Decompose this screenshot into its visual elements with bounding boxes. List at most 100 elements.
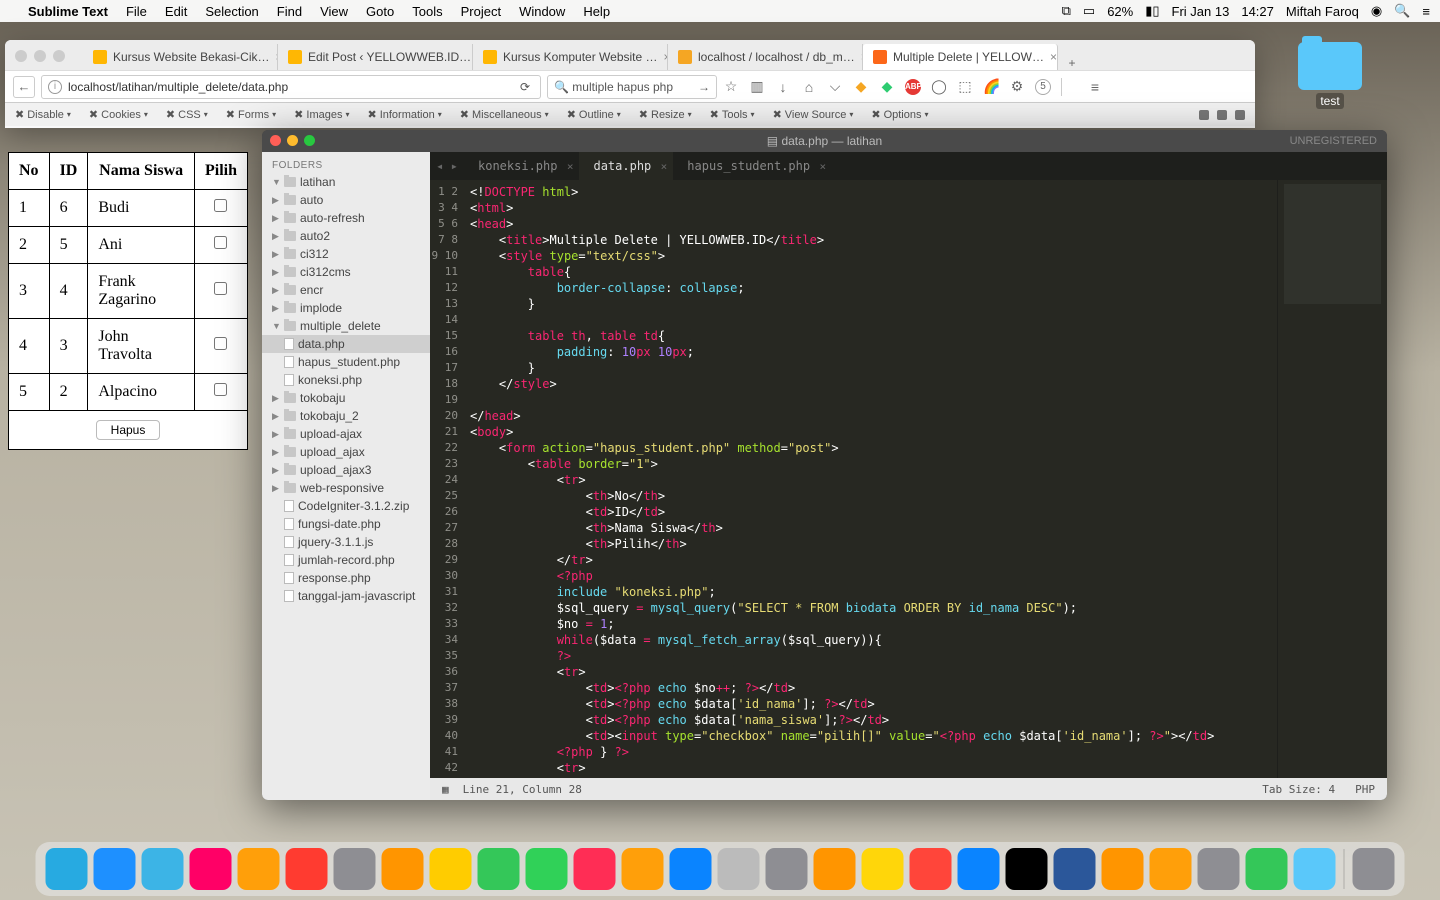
menu-tools[interactable]: Tools — [412, 4, 442, 19]
ext1-icon[interactable]: ◆ — [853, 78, 869, 95]
adblock-icon[interactable]: ABP — [905, 79, 921, 95]
select-checkbox[interactable] — [214, 337, 227, 350]
dock-app-numbers[interactable] — [1246, 848, 1288, 890]
dock-app-messages[interactable] — [478, 848, 520, 890]
back-button[interactable]: ← — [13, 76, 35, 98]
tab-size[interactable]: Tab Size: 4 — [1262, 783, 1335, 796]
minimize-window[interactable] — [34, 50, 46, 62]
status-grid-icon[interactable]: ▦ — [442, 783, 449, 796]
dock-app-finder[interactable] — [46, 848, 88, 890]
dock-app-contacts[interactable] — [334, 848, 376, 890]
folder-auto[interactable]: ▶auto — [262, 191, 430, 209]
dock-app-calendar[interactable] — [286, 848, 328, 890]
dock-app-sysprefs[interactable] — [766, 848, 808, 890]
search-go-icon[interactable]: → — [698, 80, 710, 94]
file-jumlah-record.php[interactable]: jumlah-record.php — [262, 551, 430, 569]
reader-icon[interactable]: ▥ — [749, 78, 765, 95]
ext5-icon[interactable]: 🌈 — [983, 78, 999, 95]
hapus-button[interactable]: Hapus — [96, 420, 161, 440]
browser-tab[interactable]: Kursus Komputer Website …× — [473, 44, 668, 70]
dock-app-pages[interactable] — [1150, 848, 1192, 890]
zoom-window[interactable] — [304, 135, 315, 146]
file-response.php[interactable]: response.php — [262, 569, 430, 587]
dock-app-appstore[interactable] — [670, 848, 712, 890]
file-tanggal-jam-javascript[interactable]: tanggal-jam-javascript — [262, 587, 430, 605]
devbar-css[interactable]: ✖CSS▾ — [166, 108, 208, 121]
dock-app-chrome[interactable] — [862, 848, 904, 890]
devbar-cookies[interactable]: ✖Cookies▾ — [89, 108, 148, 121]
dock-app-preview[interactable] — [1294, 848, 1336, 890]
close-tab-icon[interactable]: × — [1050, 50, 1057, 64]
dock-app-word[interactable] — [1054, 848, 1096, 890]
menu-project[interactable]: Project — [461, 4, 501, 19]
dock-app-itunes[interactable] — [574, 848, 616, 890]
hamburger-icon[interactable]: ≡ — [1087, 79, 1103, 95]
dock-app-photos[interactable] — [238, 848, 280, 890]
tab-nav-arrows[interactable]: ◂ ▸ — [430, 152, 464, 180]
devbar-forms[interactable]: ✖Forms▾ — [226, 108, 276, 121]
wifi-icon[interactable]: ⧉ — [1062, 3, 1071, 19]
devbar-images[interactable]: ✖Images▾ — [294, 108, 349, 121]
dock-app-mail[interactable] — [142, 848, 184, 890]
devbar-opt3[interactable] — [1235, 110, 1245, 120]
editor-tab[interactable]: data.php× — [579, 152, 673, 180]
folder-implode[interactable]: ▶implode — [262, 299, 430, 317]
app-name[interactable]: Sublime Text — [28, 4, 108, 19]
dock-app-maps[interactable] — [190, 848, 232, 890]
browser-tab[interactable]: Edit Post ‹ YELLOWWEB.ID…× — [278, 44, 473, 70]
menu-window[interactable]: Window — [519, 4, 565, 19]
menu-find[interactable]: Find — [277, 4, 302, 19]
editor-tab[interactable]: hapus_student.php× — [673, 152, 832, 180]
folder-upload_ajax[interactable]: ▶upload_ajax — [262, 443, 430, 461]
spotlight-icon[interactable]: 🔍 — [1394, 3, 1410, 19]
folder-web-responsive[interactable]: ▶web-responsive — [262, 479, 430, 497]
select-checkbox[interactable] — [214, 383, 227, 396]
close-tab-icon[interactable]: × — [819, 160, 826, 173]
folder-encr[interactable]: ▶encr — [262, 281, 430, 299]
folder-upload-ajax[interactable]: ▶upload-ajax — [262, 425, 430, 443]
menu-view[interactable]: View — [320, 4, 348, 19]
folder-auto-refresh[interactable]: ▶auto-refresh — [262, 209, 430, 227]
folder-latihan[interactable]: ▼latihan — [262, 173, 430, 191]
folder-multiple_delete[interactable]: ▼multiple_delete — [262, 317, 430, 335]
dock-app-facetime[interactable] — [526, 848, 568, 890]
minimap[interactable] — [1277, 180, 1387, 778]
dock-app-notes[interactable] — [430, 848, 472, 890]
devbar-opt1[interactable] — [1199, 110, 1209, 120]
menu-help[interactable]: Help — [583, 4, 610, 19]
dock-app-ibooks[interactable] — [622, 848, 664, 890]
home-icon[interactable]: ⌂ — [801, 79, 817, 95]
browser-tab[interactable]: localhost / localhost / db_m…× — [668, 44, 863, 70]
dock-app-reminders[interactable] — [382, 848, 424, 890]
menu-extras-icon[interactable]: ≡ — [1422, 4, 1430, 19]
folder-tokobaju_2[interactable]: ▶tokobaju_2 — [262, 407, 430, 425]
ext2-icon[interactable]: ◆ — [879, 78, 895, 95]
minimize-window[interactable] — [287, 135, 298, 146]
ext4-icon[interactable]: ⬚ — [957, 78, 973, 95]
battery-icon[interactable]: ▮▯ — [1145, 3, 1159, 19]
syntax-mode[interactable]: PHP — [1355, 783, 1375, 796]
browser-tab[interactable]: Multiple Delete | YELLOW…× — [863, 44, 1058, 70]
url-field[interactable]: i localhost/latihan/multiple_delete/data… — [41, 75, 541, 99]
devbar-opt2[interactable] — [1217, 110, 1227, 120]
display-icon[interactable]: ▭ — [1083, 3, 1095, 19]
sublime-sidebar[interactable]: FOLDERS ▼latihan▶auto▶auto-refresh▶auto2… — [262, 152, 430, 800]
file-jquery-3.1.1.js[interactable]: jquery-3.1.1.js — [262, 533, 430, 551]
menu-selection[interactable]: Selection — [205, 4, 258, 19]
page-info-icon[interactable]: i — [48, 80, 62, 94]
select-checkbox[interactable] — [214, 236, 227, 249]
user-name[interactable]: Miftah Faroq — [1286, 4, 1359, 19]
file-fungsi-date.php[interactable]: fungsi-date.php — [262, 515, 430, 533]
select-checkbox[interactable] — [214, 282, 227, 295]
folder-tokobaju[interactable]: ▶tokobaju — [262, 389, 430, 407]
downloads-icon[interactable]: ↓ — [775, 79, 791, 95]
devbar-information[interactable]: ✖Information▾ — [367, 108, 441, 121]
menu-goto[interactable]: Goto — [366, 4, 394, 19]
dock-app-firefox[interactable] — [910, 848, 952, 890]
close-window[interactable] — [15, 50, 27, 62]
devbar-miscellaneous[interactable]: ✖Miscellaneous▾ — [460, 108, 549, 121]
desktop-folder-test[interactable]: test — [1290, 42, 1370, 108]
folder-upload_ajax3[interactable]: ▶upload_ajax3 — [262, 461, 430, 479]
file-CodeIgniter-3.1.2.zip[interactable]: CodeIgniter-3.1.2.zip — [262, 497, 430, 515]
close-tab-icon[interactable]: × — [661, 160, 668, 173]
